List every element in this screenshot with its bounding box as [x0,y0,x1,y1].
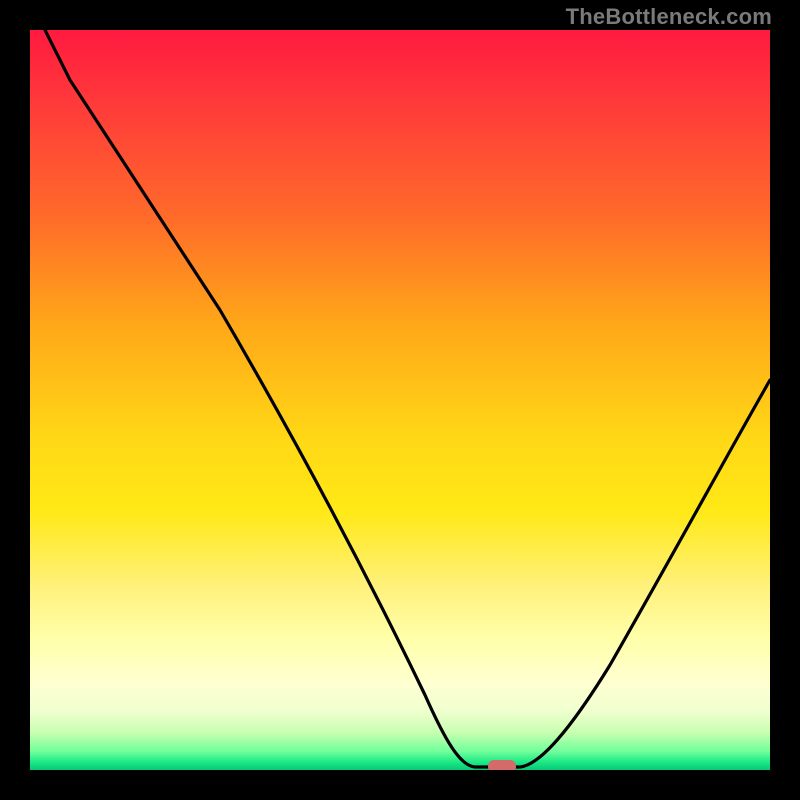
watermark-text: TheBottleneck.com [566,4,772,30]
bottleneck-curve [30,30,770,767]
chart-frame: TheBottleneck.com [0,0,800,800]
optimal-marker-icon [488,760,516,770]
bottleneck-curve-layer [30,30,770,770]
plot-area [30,30,770,770]
